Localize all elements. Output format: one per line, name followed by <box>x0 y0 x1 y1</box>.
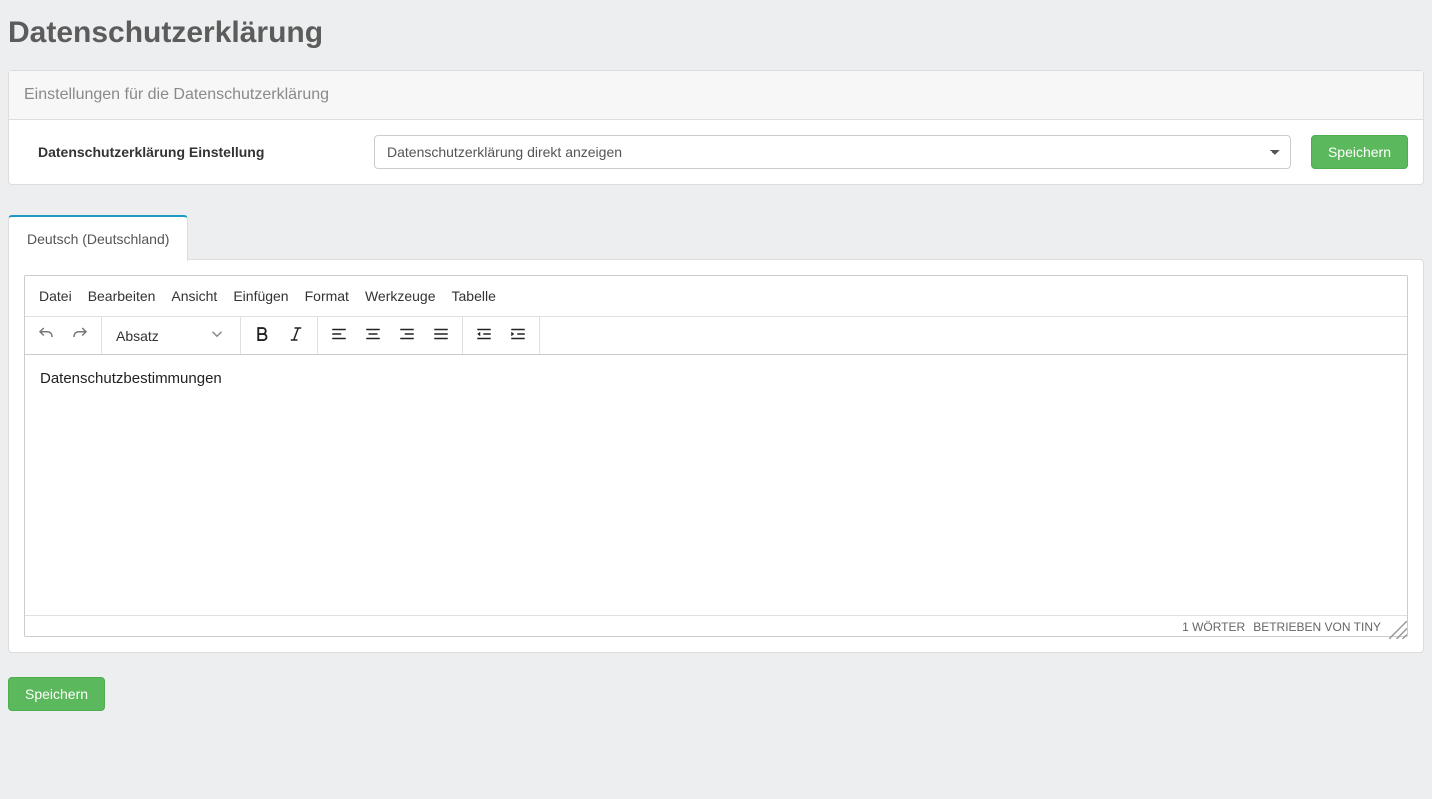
indent-button[interactable] <box>501 319 535 353</box>
format-select-label: Absatz <box>116 328 159 344</box>
menu-view[interactable]: Ansicht <box>163 280 225 312</box>
align-right-button[interactable] <box>390 319 424 353</box>
align-left-icon <box>330 325 348 346</box>
powered-by-label: BETRIEBEN VON TINY <box>1253 620 1381 634</box>
format-select[interactable]: Absatz <box>106 325 236 346</box>
align-left-button[interactable] <box>322 319 356 353</box>
bold-button[interactable] <box>245 319 279 353</box>
setting-label: Datenschutzerklärung Einstellung <box>24 144 354 160</box>
align-right-icon <box>398 325 416 346</box>
editor-content-area[interactable]: Datenschutzbestimmungen <box>25 355 1407 615</box>
outdent-icon <box>475 325 493 346</box>
resize-icon <box>1389 621 1401 639</box>
redo-icon <box>71 325 89 346</box>
italic-button[interactable] <box>279 319 313 353</box>
menu-format[interactable]: Format <box>297 280 357 312</box>
editor-statusbar: 1 WÖRTER BETRIEBEN VON TINY <box>25 615 1407 636</box>
editor-menubar: Datei Bearbeiten Ansicht Einfügen Format… <box>25 276 1407 317</box>
bold-icon <box>253 325 271 346</box>
undo-icon <box>37 325 55 346</box>
rich-text-editor: Datei Bearbeiten Ansicht Einfügen Format… <box>24 275 1408 637</box>
menu-insert[interactable]: Einfügen <box>225 280 296 312</box>
page-title: Datenschutzerklärung <box>8 16 1424 50</box>
italic-icon <box>287 325 305 346</box>
align-center-icon <box>364 325 382 346</box>
editor-toolbar: Absatz <box>25 317 1407 355</box>
editor-section: Deutsch (Deutschland) Datei Bearbeiten A… <box>8 215 1424 653</box>
menu-table[interactable]: Tabelle <box>444 280 504 312</box>
resize-handle[interactable] <box>1389 621 1401 633</box>
outdent-button[interactable] <box>467 319 501 353</box>
settings-panel-heading: Einstellungen für die Datenschutzerkläru… <box>9 71 1423 120</box>
save-page-button[interactable]: Speichern <box>8 677 105 711</box>
menu-tools[interactable]: Werkzeuge <box>357 280 444 312</box>
setting-select[interactable]: Datenschutzerklärung direkt anzeigen <box>374 135 1291 169</box>
indent-icon <box>509 325 527 346</box>
settings-panel: Einstellungen für die Datenschutzerkläru… <box>8 70 1424 185</box>
menu-file[interactable]: Datei <box>31 280 80 312</box>
chevron-down-icon <box>208 325 226 346</box>
align-justify-icon <box>432 325 450 346</box>
align-center-button[interactable] <box>356 319 390 353</box>
save-settings-button[interactable]: Speichern <box>1311 135 1408 169</box>
menu-edit[interactable]: Bearbeiten <box>80 280 164 312</box>
undo-button[interactable] <box>29 319 63 353</box>
word-count: 1 WÖRTER <box>1182 620 1245 634</box>
align-justify-button[interactable] <box>424 319 458 353</box>
tab-language-de[interactable]: Deutsch (Deutschland) <box>8 215 188 261</box>
redo-button[interactable] <box>63 319 97 353</box>
